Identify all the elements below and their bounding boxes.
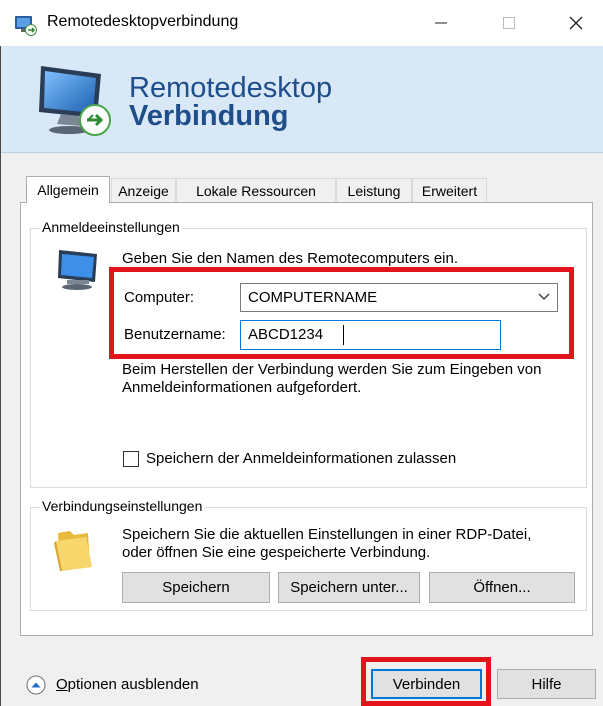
- tab-label: Anzeige: [118, 182, 169, 199]
- save-as-button-label: Speichern unter...: [290, 579, 408, 596]
- login-info-line1: Beim Herstellen der Verbindung werden Si…: [122, 361, 542, 378]
- save-as-button[interactable]: Speichern unter...: [278, 572, 420, 603]
- banner-title-line2: Verbindung: [129, 100, 289, 132]
- rdp-window: Remotedesktopverbindung Remotedesktop Ve…: [0, 0, 603, 706]
- tab-leistung[interactable]: Leistung: [336, 178, 412, 202]
- login-settings-legend: Anmeldeeinstellungen: [40, 219, 182, 235]
- chevron-up-circle-icon[interactable]: [26, 675, 46, 695]
- username-input[interactable]: ABCD1234: [240, 320, 501, 350]
- window-title: Remotedesktopverbindung: [47, 13, 239, 30]
- hide-options-accesskey: O: [56, 676, 68, 693]
- monitor-remote-icon: [39, 66, 111, 136]
- tab-allgemein[interactable]: Allgemein: [26, 176, 110, 203]
- computer-icon: [58, 250, 97, 290]
- connection-text-line1: Speichern Sie die aktuellen Einstellunge…: [122, 526, 532, 543]
- help-button[interactable]: Hilfe: [497, 669, 596, 699]
- save-credentials-label[interactable]: Speichern der Anmeldeinformationen zulas…: [146, 450, 456, 468]
- title-bar[interactable]: Remotedesktopverbindung: [0, 0, 603, 46]
- help-button-label: Hilfe: [531, 675, 562, 693]
- login-info-line2: Anmeldeinformationen aufgefordert.: [122, 379, 362, 396]
- save-credentials-checkbox[interactable]: [123, 451, 139, 467]
- save-button-label: Speichern: [162, 579, 230, 596]
- minimize-button[interactable]: [418, 0, 464, 46]
- save-button[interactable]: Speichern: [122, 572, 270, 603]
- maximize-icon: [503, 17, 515, 29]
- tab-label: Leistung: [347, 182, 401, 199]
- minimize-icon: [435, 22, 447, 24]
- open-button-label: Öffnen...: [473, 579, 531, 596]
- tab-label: Erweitert: [421, 182, 478, 199]
- login-instruction: Geben Sie den Namen des Remotecomputers …: [122, 250, 459, 267]
- connection-settings-legend: Verbindungseinstellungen: [40, 498, 205, 514]
- computer-value: COMPUTERNAME: [248, 289, 378, 306]
- hide-options-label: ptionen ausblenden: [67, 676, 199, 693]
- computer-combobox[interactable]: COMPUTERNAME: [240, 283, 558, 312]
- username-label: Benutzername:: [124, 326, 226, 343]
- tab-lokale-ressourcen[interactable]: Lokale Ressourcen: [176, 178, 336, 202]
- tab-label: Lokale Ressourcen: [196, 182, 316, 199]
- tab-erweitert[interactable]: Erweitert: [412, 178, 487, 202]
- connect-button[interactable]: Verbinden: [371, 669, 482, 699]
- tab-label: Allgemein: [37, 182, 99, 198]
- folder-icon: [54, 531, 92, 571]
- text-caret: [343, 325, 344, 345]
- computer-label: Computer:: [124, 289, 195, 306]
- chevron-down-icon: [538, 293, 550, 300]
- maximize-button[interactable]: [486, 0, 532, 46]
- username-value: ABCD1234: [248, 326, 324, 343]
- header-banner: Remotedesktop Verbindung: [1, 46, 603, 153]
- remote-desktop-app-icon: [15, 16, 37, 36]
- connect-button-label: Verbinden: [392, 675, 461, 693]
- close-button[interactable]: [553, 0, 599, 46]
- tab-anzeige[interactable]: Anzeige: [111, 178, 176, 202]
- connection-text-line2: oder öffnen Sie eine gespeicherte Verbin…: [122, 544, 431, 561]
- close-icon: [569, 16, 583, 30]
- open-button[interactable]: Öffnen...: [429, 572, 575, 603]
- hide-options-link[interactable]: Optionen ausblenden: [56, 676, 199, 693]
